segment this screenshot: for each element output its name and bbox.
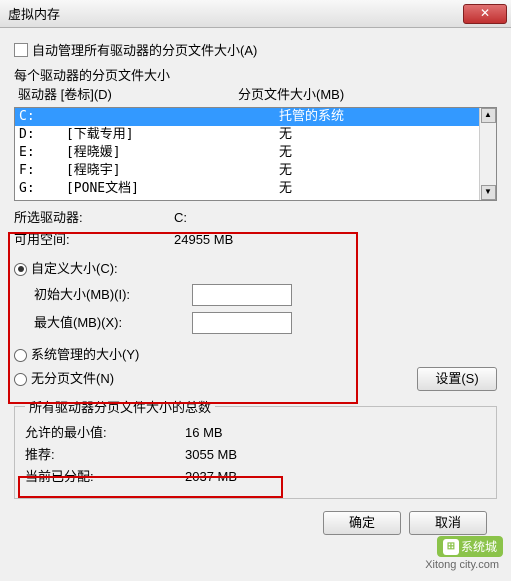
window-title: 虚拟内存 <box>8 4 60 23</box>
system-managed-radio[interactable] <box>14 349 27 362</box>
min-value: 16 MB <box>185 422 223 444</box>
set-button[interactable]: 设置(S) <box>417 367 497 391</box>
dialog-content: 自动管理所有驱动器的分页文件大小(A) 每个驱动器的分页文件大小 驱动器 [卷标… <box>0 28 511 581</box>
rec-value: 3055 MB <box>185 444 237 466</box>
rec-label: 推荐: <box>25 444 185 466</box>
drive-row[interactable]: G: [PONE文档] 无 <box>15 180 496 198</box>
custom-size-label: 自定义大小(C): <box>31 257 118 281</box>
scroll-down-icon[interactable]: ▼ <box>481 185 496 200</box>
close-button[interactable]: ✕ <box>463 4 507 24</box>
drive-row[interactable]: D: [下载专用] 无 <box>15 126 496 144</box>
no-paging-label: 无分页文件(N) <box>31 367 114 391</box>
min-label: 允许的最小值: <box>25 422 185 444</box>
auto-manage-label: 自动管理所有驱动器的分页文件大小(A) <box>32 40 257 59</box>
max-size-input[interactable] <box>192 312 292 334</box>
max-size-label: 最大值(MB)(X): <box>34 309 184 337</box>
custom-size-radio[interactable] <box>14 263 27 276</box>
drive-row[interactable]: E: [程晓媛] 无 <box>15 144 496 162</box>
scroll-up-icon[interactable]: ▲ <box>481 108 496 123</box>
drive-list[interactable]: C: 托管的系统 D: [下载专用] 无 E: [程晓媛] 无 F: [程晓宇]… <box>14 107 497 201</box>
per-drive-label: 每个驱动器的分页文件大小 <box>14 65 497 84</box>
cancel-button[interactable]: 取消 <box>409 511 487 535</box>
ok-button[interactable]: 确定 <box>323 511 401 535</box>
system-managed-label: 系统管理的大小(Y) <box>31 343 139 367</box>
cur-value: 2037 MB <box>185 466 237 488</box>
col-size: 分页文件大小(MB) <box>238 84 344 103</box>
close-icon: ✕ <box>480 6 490 20</box>
titlebar: 虚拟内存 ✕ <box>0 0 511 28</box>
drive-list-header: 驱动器 [卷标](D) 分页文件大小(MB) <box>14 84 497 103</box>
available-space-label: 可用空间: <box>14 229 174 251</box>
watermark-url: Xitong city.com <box>425 559 499 571</box>
selected-drive-value: C: <box>174 207 187 229</box>
drive-row[interactable]: C: 托管的系统 <box>15 108 496 126</box>
scrollbar[interactable]: ▲ ▼ <box>479 108 496 200</box>
cur-label: 当前已分配: <box>25 466 185 488</box>
auto-manage-checkbox[interactable] <box>14 43 28 57</box>
drive-row[interactable]: F: [程晓宇] 无 <box>15 162 496 180</box>
windows-icon: ⊞ <box>443 539 459 555</box>
col-drive: 驱动器 [卷标](D) <box>18 84 238 103</box>
totals-legend: 所有驱动器分页文件大小的总数 <box>25 397 215 416</box>
watermark: ⊞ 系统城 <box>437 536 503 557</box>
initial-size-input[interactable] <box>192 284 292 306</box>
selected-drive-label: 所选驱动器: <box>14 207 174 229</box>
initial-size-label: 初始大小(MB)(I): <box>34 281 184 309</box>
totals-fieldset: 所有驱动器分页文件大小的总数 允许的最小值: 16 MB 推荐: 3055 MB… <box>14 397 497 499</box>
no-paging-radio[interactable] <box>14 373 27 386</box>
watermark-brand: 系统城 <box>461 538 497 555</box>
available-space-value: 24955 MB <box>174 229 233 251</box>
